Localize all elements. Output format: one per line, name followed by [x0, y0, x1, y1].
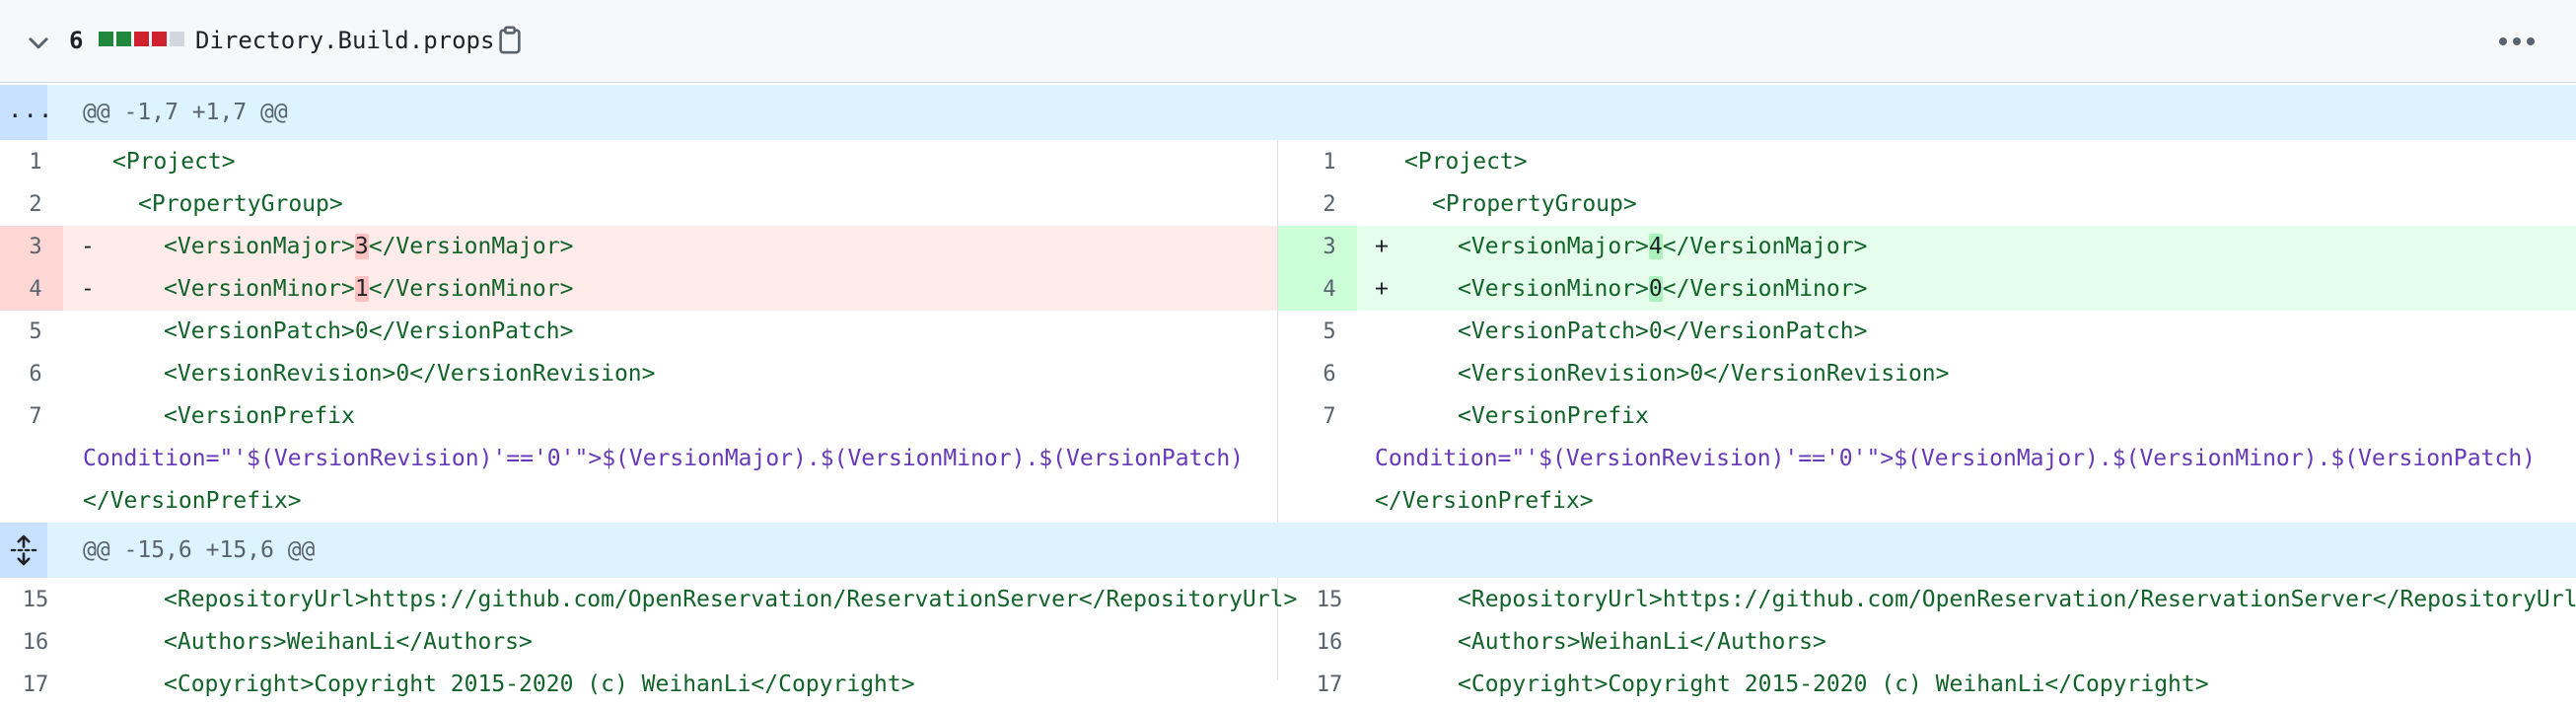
code-line: <Project>	[112, 149, 236, 175]
code-line-added: <VersionMajor>4</VersionMajor>	[1458, 226, 1867, 268]
line-number[interactable]: 5	[1310, 311, 1349, 353]
tag-open: <VersionMinor>	[1458, 276, 1649, 302]
hunk-range: @@ -15,6 +15,6 @@	[83, 537, 316, 563]
changed-value: 1	[354, 276, 369, 302]
file-header: 6 Directory.Build.props	[0, 0, 2576, 83]
line-number[interactable]: 15	[1310, 579, 1349, 621]
tag-close: </VersionMinor>	[368, 276, 574, 302]
code-line-deleted: <VersionMinor>1</VersionMinor>	[164, 268, 573, 311]
line-number[interactable]: 1	[16, 141, 55, 183]
expand-dots-icon: ...	[8, 96, 54, 123]
code-line-wrapped: Condition="'$(VersionRevision)'=='0'">$(…	[1375, 446, 2537, 471]
deletion-marker: -	[81, 276, 95, 302]
changed-value: 0	[1648, 276, 1663, 302]
line-number[interactable]: 7	[16, 395, 55, 438]
tag-close: </VersionMajor>	[1662, 234, 1868, 259]
code-line-added: <VersionMinor>0</VersionMinor>	[1458, 268, 1867, 311]
code-line-wrapped: </VersionPrefix>	[1375, 488, 1594, 514]
code-line: <PropertyGroup>	[1432, 191, 1637, 217]
changed-value: 3	[354, 234, 369, 259]
code-line: <VersionPrefix	[1458, 403, 1649, 429]
code-line: <RepositoryUrl>https://github.com/OpenRe…	[164, 587, 1298, 612]
code-line-wrapped: </VersionPrefix>	[83, 488, 302, 514]
code-line: <VersionPatch>0</VersionPatch>	[1458, 318, 1868, 344]
line-number[interactable]: 3	[16, 226, 55, 268]
more-options-icon[interactable]	[2495, 28, 2539, 55]
diffstat-block	[170, 32, 184, 46]
line-number[interactable]: 2	[16, 183, 55, 226]
code-line: <RepositoryUrl>https://github.com/OpenRe…	[1458, 587, 2576, 612]
code-line: <Authors>WeihanLi</Authors>	[1458, 629, 1826, 655]
addition-marker: +	[1375, 234, 1389, 259]
diffstat-block	[134, 32, 149, 46]
tag-open: <VersionMajor>	[1458, 234, 1649, 259]
tag-close: </VersionMajor>	[368, 234, 574, 259]
line-number[interactable]: 16	[16, 621, 55, 664]
line-number[interactable]: 4	[16, 268, 55, 311]
tag-open: <VersionMinor>	[164, 276, 355, 302]
code-line: <Copyright>Copyright 2015-2020 (c) Weiha…	[164, 671, 915, 697]
code-line: <Project>	[1404, 149, 1528, 175]
diffstat	[99, 32, 184, 47]
code-line-wrapped: Condition="'$(VersionRevision)'=='0'">$(…	[83, 446, 1245, 471]
line-number[interactable]: 3	[1310, 226, 1349, 268]
changed-value: 4	[1648, 234, 1663, 259]
line-number[interactable]: 15	[16, 579, 55, 621]
expand-button[interactable]	[0, 523, 47, 578]
deletion-marker: -	[81, 234, 95, 259]
tag-open: <VersionMajor>	[164, 234, 355, 259]
code-line: <VersionPatch>0</VersionPatch>	[164, 318, 574, 344]
line-number[interactable]: 17	[1310, 664, 1349, 706]
line-number[interactable]: 4	[1310, 268, 1349, 311]
chevron-down-icon[interactable]	[26, 30, 51, 55]
addition-marker: +	[1375, 276, 1389, 302]
copy-path-icon[interactable]	[495, 24, 525, 55]
hunk-header: ... @@ -1,7 +1,7 @@	[0, 85, 2576, 140]
line-number[interactable]: 7	[1310, 395, 1349, 438]
hunk-header: @@ -15,6 +15,6 @@	[0, 523, 2576, 578]
line-number[interactable]: 6	[16, 353, 55, 395]
tag-close: </VersionMinor>	[1662, 276, 1868, 302]
code-line: <VersionPrefix	[164, 403, 355, 429]
code-line: <PropertyGroup>	[138, 191, 343, 217]
expand-icon	[10, 534, 37, 566]
expand-up-button[interactable]: ...	[0, 85, 52, 140]
code-line: <Copyright>Copyright 2015-2020 (c) Weiha…	[1458, 671, 2209, 697]
line-number[interactable]: 17	[16, 664, 55, 706]
hunk-range: @@ -1,7 +1,7 @@	[83, 100, 288, 125]
line-number[interactable]: 5	[16, 311, 55, 353]
diffstat-block	[116, 32, 131, 46]
file-name[interactable]: Directory.Build.props	[195, 26, 494, 55]
diffstat-block	[99, 32, 113, 46]
line-number[interactable]: 2	[1310, 183, 1349, 226]
change-count: 6	[69, 27, 84, 54]
code-line: <VersionRevision>0</VersionRevision>	[1458, 361, 1950, 387]
code-line-deleted: <VersionMajor>3</VersionMajor>	[164, 226, 573, 268]
line-number[interactable]: 6	[1310, 353, 1349, 395]
line-number[interactable]: 16	[1310, 621, 1349, 664]
diffstat-block	[152, 32, 167, 46]
code-line: <VersionRevision>0</VersionRevision>	[164, 361, 656, 387]
code-line: <Authors>WeihanLi</Authors>	[164, 629, 533, 655]
line-number[interactable]: 1	[1310, 141, 1349, 183]
